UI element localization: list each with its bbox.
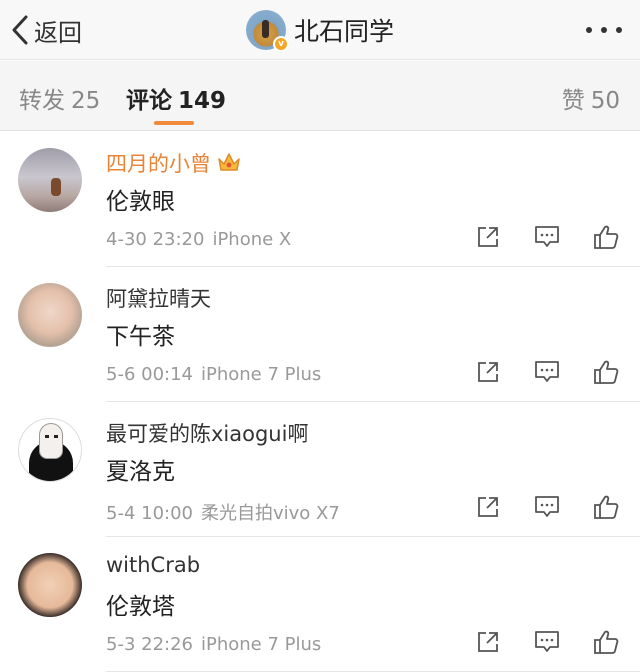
comment-meta: 5-6 00:14 iPhone 7 Plus — [106, 364, 321, 385]
comment-text: 伦敦眼 — [106, 189, 175, 215]
comment-author[interactable]: 阿黛拉晴天 — [106, 283, 211, 313]
tab-reposts[interactable]: 转发 25 — [19, 81, 100, 115]
back-label: 返回 — [34, 18, 82, 47]
comment-time: 5-6 00:14 — [106, 364, 193, 385]
tab-count: 149 — [178, 88, 227, 114]
avatar[interactable] — [18, 283, 82, 347]
chevron-left-icon — [10, 14, 30, 46]
reply-icon[interactable] — [532, 627, 562, 657]
list-item: 阿黛拉晴天 下午茶 5-6 00:14 iPhone 7 Plus — [0, 267, 640, 402]
verified-badge-icon: v — [273, 36, 289, 52]
list-item: withCrab 伦敦塔 5-3 22:26 iPhone 7 Plus — [0, 537, 640, 672]
comment-source: iPhone 7 Plus — [201, 364, 322, 385]
reply-icon[interactable] — [532, 357, 562, 387]
reply-icon[interactable] — [532, 222, 562, 252]
active-tab-indicator — [154, 121, 194, 125]
back-button[interactable]: 返回 — [10, 10, 82, 50]
avatar[interactable] — [18, 553, 82, 617]
tab-count: 25 — [71, 88, 101, 114]
share-icon[interactable] — [473, 627, 503, 657]
comment-author[interactable]: 最可爱的陈xiaogui啊 — [106, 418, 308, 448]
tab-likes[interactable]: 赞 50 — [562, 81, 620, 115]
reply-icon[interactable] — [532, 492, 562, 522]
comment-time: 4-30 23:20 — [106, 229, 205, 250]
share-icon[interactable] — [473, 357, 503, 387]
comment-author[interactable]: 四月的小曾 — [106, 148, 241, 178]
comment-text: 下午茶 — [106, 324, 175, 350]
comment-source: iPhone 7 Plus — [201, 634, 322, 655]
tab-comments[interactable]: 评论 149 — [126, 81, 226, 115]
comment-author-name: 四月的小曾 — [106, 152, 211, 176]
comment-source: 柔光自拍vivo X7 — [201, 503, 340, 524]
comment-text: 夏洛克 — [106, 459, 175, 485]
crown-icon — [217, 151, 241, 178]
top-nav-bar: 返回 v 北石同学 — [0, 0, 640, 60]
more-dots-icon[interactable] — [586, 20, 622, 40]
tab-label: 赞 — [561, 88, 585, 114]
comment-author[interactable]: withCrab — [106, 553, 200, 577]
share-icon[interactable] — [473, 222, 503, 252]
like-icon[interactable] — [591, 627, 621, 657]
comment-source: iPhone X — [212, 229, 292, 250]
comment-meta: 5-3 22:26 iPhone 7 Plus — [106, 634, 321, 655]
comment-meta: 5-4 10:00 柔光自拍vivo X7 — [106, 499, 340, 525]
tab-bar: 转发 25 评论 149 赞 50 — [0, 61, 640, 131]
like-icon[interactable] — [591, 492, 621, 522]
avatar[interactable] — [18, 418, 82, 482]
tab-label: 转发 — [19, 88, 65, 114]
profile-header[interactable]: v 北石同学 — [246, 9, 395, 52]
avatar[interactable]: v — [246, 10, 289, 52]
like-icon[interactable] — [591, 357, 621, 387]
list-item: 最可爱的陈xiaogui啊 夏洛克 5-4 10:00 柔光自拍vivo X7 — [0, 402, 640, 537]
comment-time: 5-3 22:26 — [106, 634, 193, 655]
page-title: 北石同学 — [294, 17, 395, 46]
comment-meta: 4-30 23:20 iPhone X — [106, 229, 291, 250]
tab-label: 评论 — [126, 88, 172, 114]
avatar[interactable] — [18, 148, 82, 212]
like-icon[interactable] — [591, 222, 621, 252]
comment-text: 伦敦塔 — [106, 594, 175, 620]
comment-time: 5-4 10:00 — [106, 503, 193, 524]
comment-list: 四月的小曾 伦敦眼 4-30 23:20 iPhone X 阿黛拉晴天 下午茶 5… — [0, 132, 640, 672]
share-icon[interactable] — [473, 492, 503, 522]
tab-count: 50 — [590, 88, 620, 114]
list-item: 四月的小曾 伦敦眼 4-30 23:20 iPhone X — [0, 132, 640, 267]
